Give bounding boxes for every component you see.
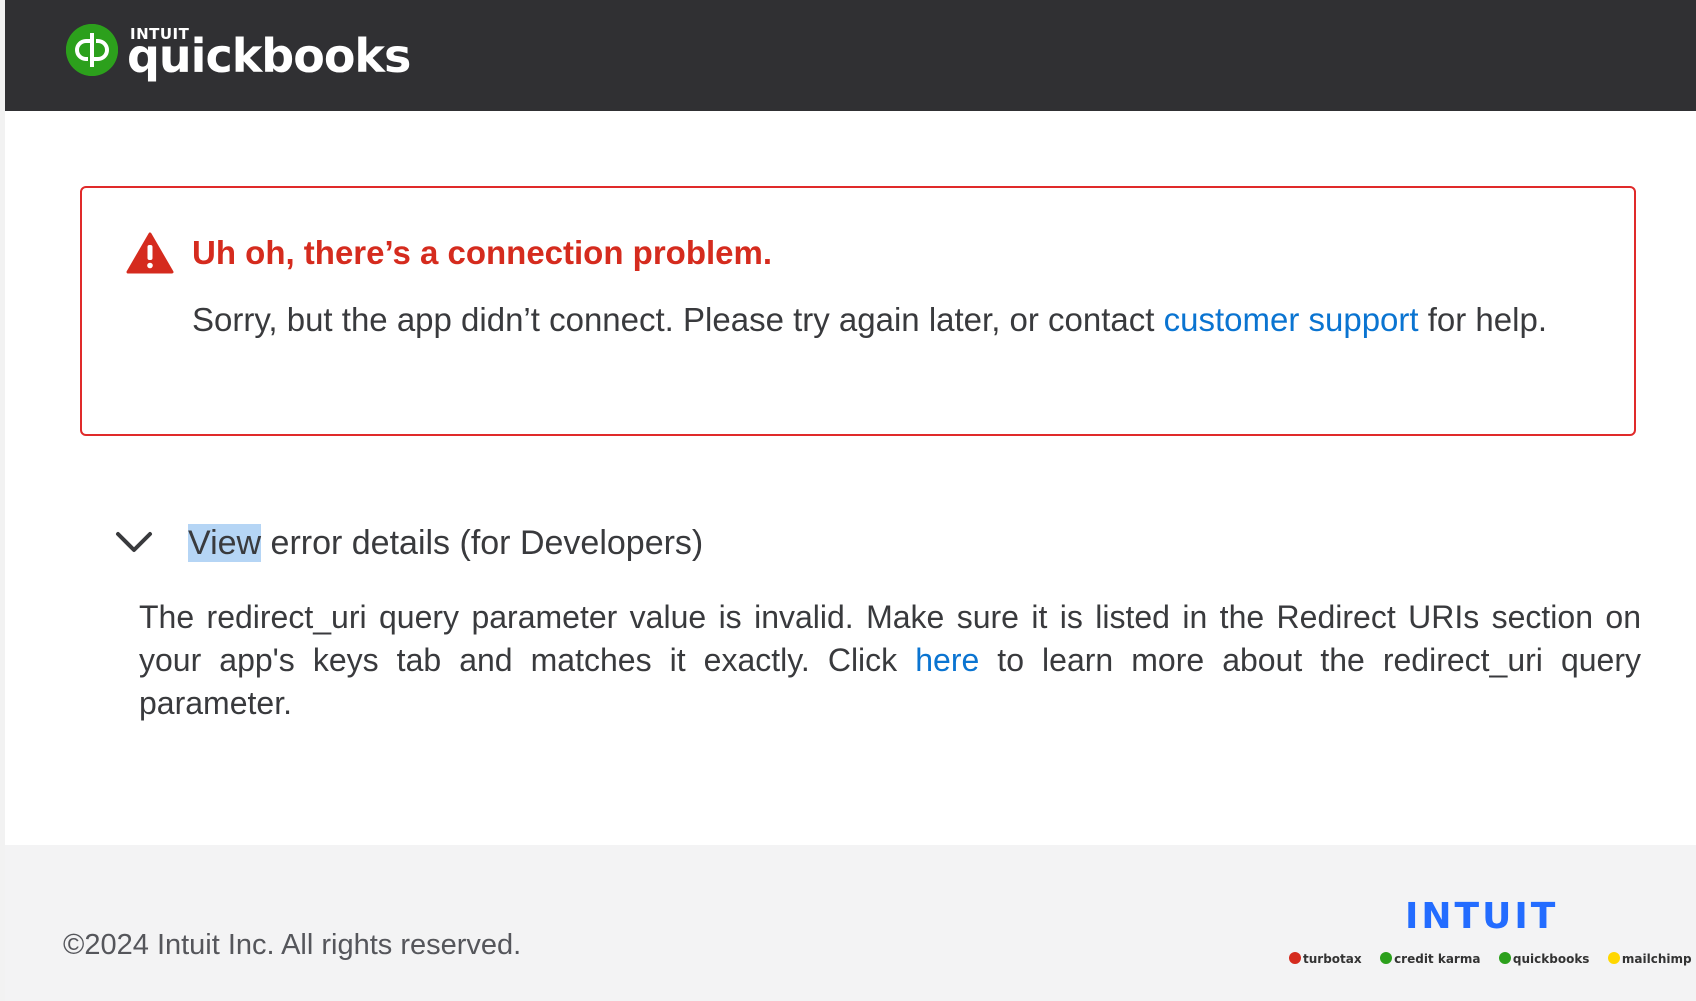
selected-text-view: View	[188, 524, 262, 562]
error-alert: Uh oh, there’s a connection problem. Sor…	[80, 186, 1636, 436]
brand-mailchimp: mailchimp	[1607, 950, 1692, 968]
brand-turbotax-label: turbotax	[1303, 952, 1362, 966]
mailchimp-icon	[1607, 952, 1620, 964]
brand-credit-karma: credit karma	[1380, 950, 1480, 968]
intuit-logo: INTUIT	[1405, 896, 1559, 937]
error-message-suffix: for help.	[1418, 301, 1547, 338]
error-message-text: Sorry, but the app didn’t connect. Pleas…	[192, 301, 1164, 338]
footer: ©2024 Intuit Inc. All rights reserved. I…	[5, 845, 1696, 1001]
error-details-label-rest: error details (for Developers)	[261, 524, 704, 562]
intuit-brand-family: turbotax credit karma quickbooks mailchi…	[1289, 950, 1696, 970]
error-details-text: The redirect_uri query parameter value i…	[139, 596, 1641, 725]
credit-karma-icon	[1380, 952, 1393, 964]
brand-quickbooks: quickbooks	[1498, 950, 1590, 968]
warning-triangle-icon	[126, 232, 174, 274]
quickbooks-wordmark: quickbooks	[127, 29, 411, 83]
copyright-text: ©2024 Intuit Inc. All rights reserved.	[63, 929, 522, 961]
quickbooks-small-icon	[1498, 952, 1511, 964]
turbotax-icon	[1289, 952, 1301, 964]
learn-more-here-link[interactable]: here	[915, 642, 979, 678]
brand-mailchimp-label: mailchimp	[1621, 952, 1692, 966]
brand-quickbooks-label: quickbooks	[1512, 952, 1590, 966]
brand-turbotax: turbotax	[1289, 950, 1362, 968]
error-title: Uh oh, there’s a connection problem.	[192, 234, 773, 271]
quickbooks-logo-icon	[66, 24, 118, 76]
error-details-label[interactable]: View error details (for Developers)	[188, 518, 703, 568]
customer-support-link[interactable]: customer support	[1164, 301, 1419, 338]
chevron-down-icon[interactable]	[112, 524, 156, 560]
error-message: Sorry, but the app didn’t connect. Pleas…	[192, 294, 1592, 346]
connection-error-page: INTUIT quickbooks Uh oh, there’s a conne…	[0, 0, 1696, 1001]
brand-credit-karma-label: credit karma	[1394, 952, 1481, 966]
header: INTUIT quickbooks	[5, 0, 1696, 111]
